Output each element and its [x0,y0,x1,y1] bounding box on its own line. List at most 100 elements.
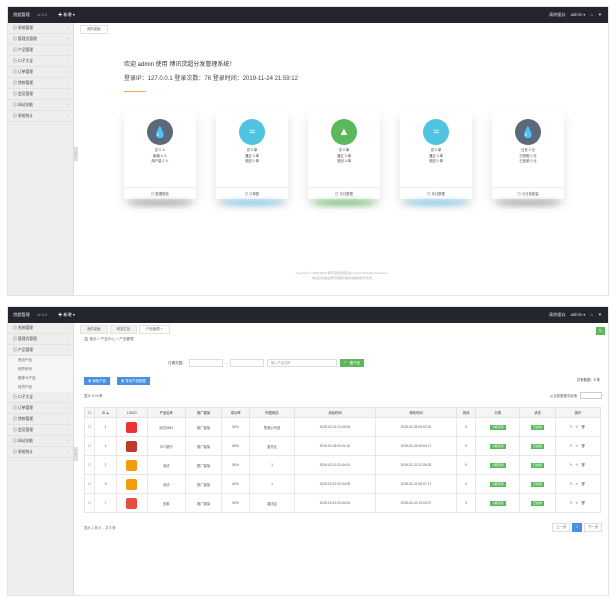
column-header[interactable]: ID ▲ [94,407,117,418]
card-link[interactable]: ▤ 订单数 [216,187,288,199]
logo-cell [115,474,148,494]
status-cell[interactable]: 已启用 [519,493,556,513]
tab-desktop[interactable]: 我的桌面 [80,25,108,34]
sidebar-subitem[interactable]: 网贷系列 [8,365,73,374]
column-header[interactable]: 排序 [455,407,477,418]
link-cell[interactable]: 推广链接 [184,455,223,475]
sidebar-item[interactable]: ▤ 产品管理 › [8,345,73,356]
sidebar-item[interactable]: ▤ 系统管理 › [8,323,73,334]
card-link[interactable]: ▤ 数据报告 [124,187,196,199]
sidebar-item[interactable]: ▤ 网站功能 › [8,100,73,111]
sidebar-item-label: 系统统计 [17,450,34,454]
date-to-input[interactable] [230,359,265,367]
sidebar-item[interactable]: ▤ 口子大全 › [8,56,73,67]
row-actions[interactable]: ✎ ✐ 🗑 [554,493,602,513]
next-page-button[interactable]: 下一页 [584,523,602,532]
link-cell[interactable]: 推广链接 [184,436,223,456]
add-product-button[interactable]: ✚ 添加产品 [84,377,110,385]
row-checkbox[interactable]: ☐ [83,455,96,475]
column-header[interactable]: 产品名称 [146,407,186,418]
sidebar-subitem[interactable]: 推荐卡产品 [8,374,73,383]
product-logo [126,440,138,452]
sidebar-item[interactable]: ▤ 网站功能 › [8,436,73,447]
refresh-icon[interactable]: ↻ [596,327,605,335]
new-menu-button[interactable]: ✚ 新增 ▾ [58,12,75,18]
row-checkbox[interactable]: ☐ [83,436,96,456]
date-from-input[interactable] [188,359,223,367]
tab-desktop[interactable]: 我的桌面 [80,325,108,334]
sidebar-item[interactable]: ▤ 口子大全 › [8,392,73,403]
sidebar-item[interactable]: ▤ 订单管理 › [8,67,73,78]
column-header[interactable]: 修改时间 [374,407,457,418]
status-cell[interactable]: 已启用 [519,436,556,456]
column-header[interactable]: LOGO [115,407,148,418]
column-header[interactable]: 操作 [554,407,602,418]
status-cell[interactable]: 已启用 [519,474,556,494]
sidebar-item[interactable]: ▤ 会员管理 › [8,425,73,436]
sidebar-item[interactable]: ▤ 贷款管理 › [8,414,73,425]
search-input[interactable]: 输入产品名称 [267,359,338,367]
tab-products[interactable]: 产品管理 × [139,325,170,334]
link-cell[interactable]: 推广链接 [184,474,223,494]
sidebar-item[interactable]: ▤ 管理员管理 › [8,334,73,345]
link-cell[interactable]: 推广链接 [184,417,223,437]
home-icon[interactable]: ⌂ [590,12,593,18]
sidebar-item[interactable]: ▤ 系统管理 › [8,23,73,34]
theme-icon[interactable]: ▼ [598,12,602,18]
app-logo[interactable]: 贷超管理 [13,12,30,18]
sidebar-item[interactable]: ▤ 贷款管理 › [8,78,73,89]
row-checkbox[interactable]: ☐ [83,417,96,437]
card-link[interactable]: ▤ 今日放款量 [492,187,564,199]
new-menu-button[interactable]: ✚ 新增 ▾ [58,312,75,318]
page-button[interactable]: 1 [572,523,583,532]
card-link[interactable]: ▤ 本日数据 [400,187,472,199]
select-all-checkbox[interactable]: ☐ [83,407,96,418]
sidebar-subitem[interactable]: 信贷产品 [8,383,73,392]
search-button[interactable]: 🔍 搜产品 [340,359,365,367]
sidebar-item[interactable]: ▤ 产品管理 › [8,45,73,56]
cat-badge: 小额贷款 [489,462,506,468]
collapse-sidebar-button[interactable]: ‹ [73,147,78,161]
column-header[interactable]: 所属网站 [249,407,295,418]
user-menu[interactable]: admin ▾ [571,12,586,18]
row-actions[interactable]: ✎ ✐ 🗑 [554,455,602,475]
sidebar-item[interactable]: ▤ 订单管理 › [8,403,73,414]
clear-cache-link[interactable]: 清除缓存 [549,12,566,18]
column-header[interactable]: 成功率 [221,407,251,418]
page-size-select[interactable]: 显示 10 ▾ 条 [84,393,102,398]
prev-page-button[interactable]: 上一页 [552,523,571,532]
row-actions[interactable]: ✎ ✐ 🗑 [554,417,602,437]
user-menu[interactable]: admin ▾ [571,312,586,318]
sidebar-item-label: 口子大全 [17,59,34,63]
sidebar-item-label: 订单管理 [17,406,34,410]
card-link[interactable]: ▤ 今日数据 [308,187,380,199]
link-cell[interactable]: 推广链接 [184,493,223,513]
row-checkbox[interactable]: ☐ [83,493,96,513]
export-button[interactable]: ✚ 导出产品数据 [117,377,150,385]
row-actions[interactable]: ✎ ✐ 🗑 [554,436,602,456]
column-header[interactable]: 添加时间 [293,407,376,418]
sidebar-item[interactable]: ▤ 系统统计 › [8,111,73,122]
sidebar-item[interactable]: ▤ 系统统计 › [8,447,73,458]
tab-site-columns[interactable]: 网站栏目 [109,325,138,334]
column-header[interactable]: 状态 [519,407,556,418]
row-actions[interactable]: ✎ ✐ 🗑 [554,474,602,494]
sidebar-item[interactable]: ▤ 管理员管理 › [8,34,73,45]
sidebar-subitem[interactable]: 首页产品 [8,356,73,365]
column-header[interactable]: 分类 [475,407,521,418]
table-search-input[interactable] [580,392,602,399]
status-cell[interactable]: 已启用 [519,417,556,437]
sidebar-item-label: 产品管理 [17,348,34,352]
breadcrumb: 🏠 首页 > 产品中心 > 产品管理 [84,337,134,341]
status-cell[interactable]: 已启用 [519,455,556,475]
home-icon[interactable]: ⌂ [590,312,593,318]
clear-cache-link[interactable]: 清除缓存 [549,312,566,318]
status-badge: 已启用 [530,462,544,468]
app-logo[interactable]: 贷超管理 [13,312,30,318]
collapse-sidebar-button[interactable]: ‹ [73,447,78,461]
column-header[interactable]: 推广链接 [184,407,223,418]
theme-icon[interactable]: ▼ [598,312,602,318]
row-checkbox[interactable]: ☐ [83,474,96,494]
sidebar-item[interactable]: ▤ 会员管理 › [8,89,73,100]
waves-icon: ≈ [239,119,265,145]
